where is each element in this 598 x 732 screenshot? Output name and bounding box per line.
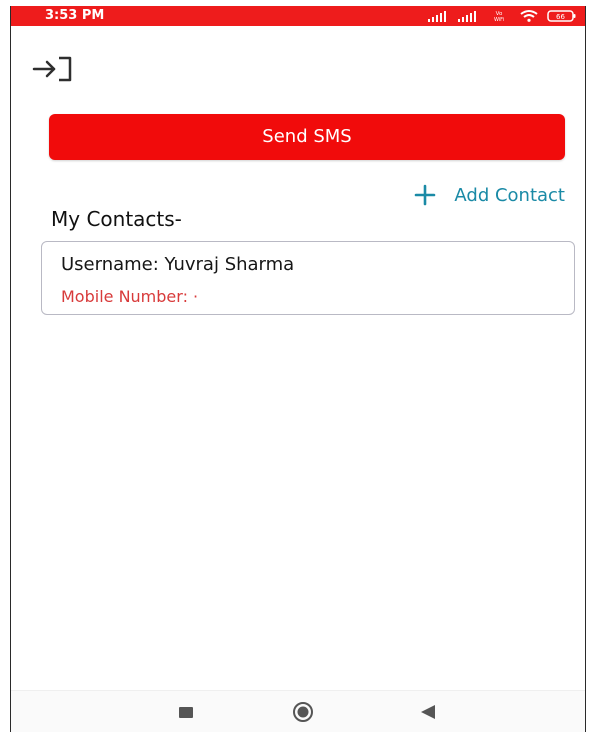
status-icons: Vo WiFi 66 <box>427 9 577 23</box>
contacts-heading: My Contacts- <box>51 207 182 231</box>
plus-icon <box>415 184 436 206</box>
battery-level: 66 <box>556 13 565 21</box>
status-time: 3:53 PM <box>45 8 105 23</box>
status-bar: 3:53 PM Vo WiFi 66 <box>11 6 585 26</box>
battery-icon: 66 <box>547 10 576 22</box>
triangle-back-icon[interactable] <box>419 704 437 720</box>
phone-screen: 3:53 PM Vo WiFi 66 Send SMS Add Contact … <box>10 6 586 732</box>
add-contact-label: Add Contact <box>454 184 565 206</box>
circle-home-icon[interactable] <box>291 701 315 723</box>
signal-icon-1 <box>428 11 446 22</box>
svg-text:WiFi: WiFi <box>494 17 504 23</box>
contact-card[interactable]: Username: Yuvraj Sharma Mobile Number: · <box>41 241 575 315</box>
send-sms-button[interactable]: Send SMS <box>49 114 565 160</box>
contact-username: Username: Yuvraj Sharma <box>61 254 295 275</box>
add-contact-button[interactable]: Add Contact <box>414 182 565 208</box>
square-icon[interactable] <box>179 707 193 718</box>
navigation-bar <box>11 690 585 732</box>
wifi-icon <box>520 10 538 22</box>
vowifi-icon: Vo WiFi <box>494 11 504 23</box>
contact-mobile-number: Mobile Number: · <box>61 287 199 306</box>
signal-icon-2 <box>458 11 476 22</box>
login-arrow-icon[interactable] <box>31 54 77 84</box>
